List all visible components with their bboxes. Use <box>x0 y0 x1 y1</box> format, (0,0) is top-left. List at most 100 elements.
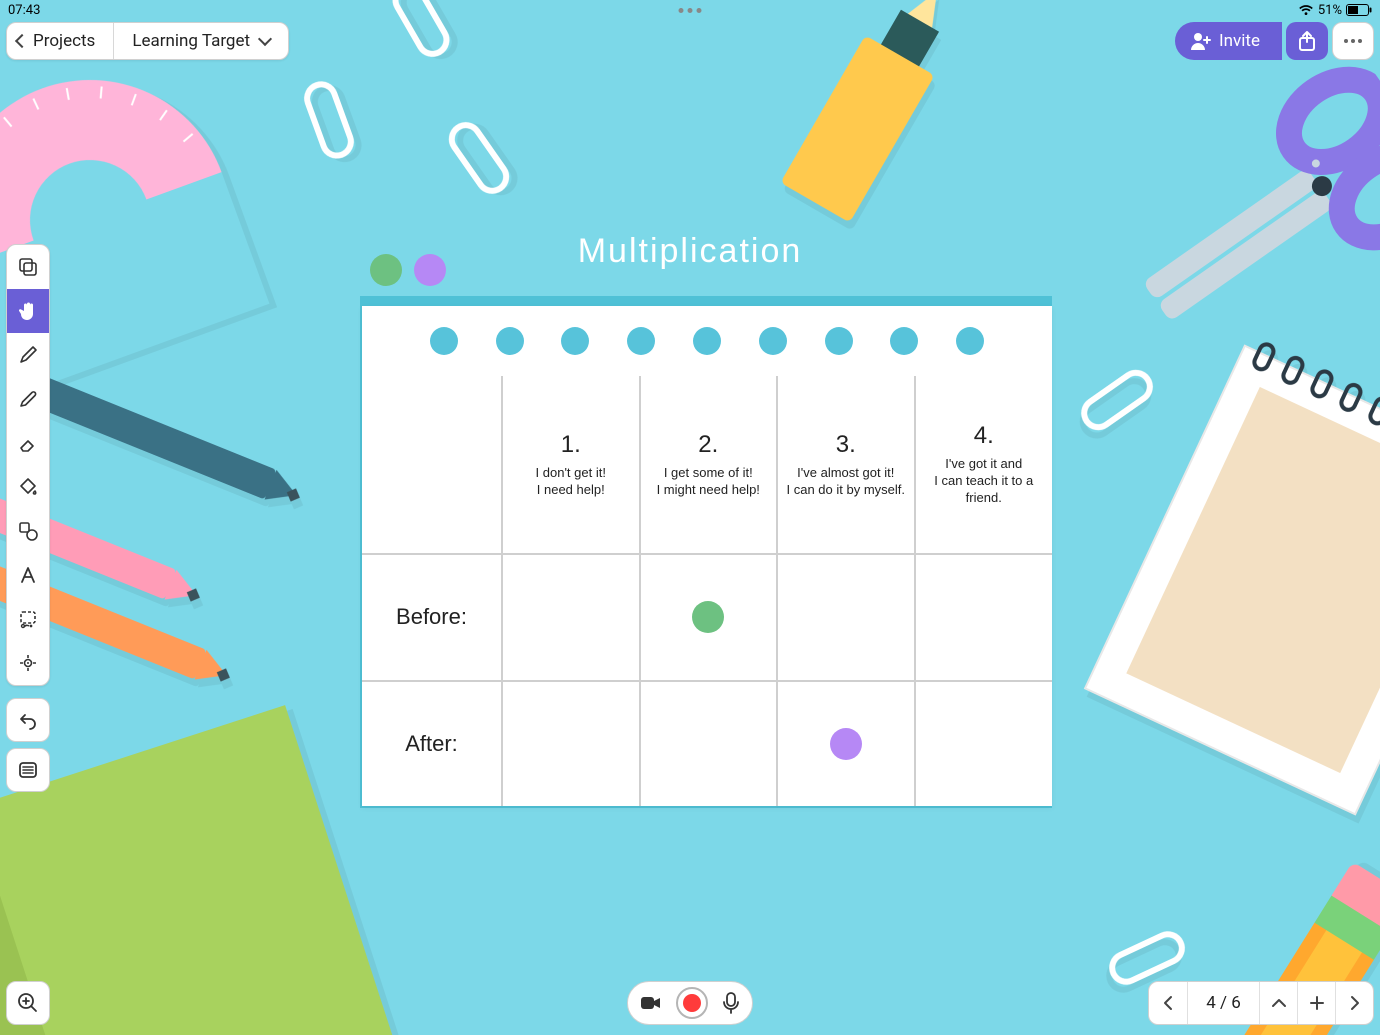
shapes-icon <box>17 520 39 542</box>
worksheet-title[interactable]: Multiplication <box>578 232 803 271</box>
pen-icon <box>17 344 39 366</box>
header-col-1: 1. I don't get it! I need help! <box>502 376 640 554</box>
row-after-label: After: <box>405 731 458 757</box>
pages-panel-button[interactable] <box>6 748 50 792</box>
paperclip-graphic <box>299 77 358 164</box>
col-number: 3. <box>836 431 856 459</box>
laser-icon <box>17 652 39 674</box>
paperclip-graphic <box>1074 363 1159 437</box>
highlighter-graphic <box>780 0 979 223</box>
worksheet-grid: 1. I don't get it! I need help! 2. I get… <box>362 376 1052 806</box>
header-col-3: 3. I've almost got it! I can do it by my… <box>777 376 915 554</box>
status-bar: 07:43 51% <box>0 0 1380 20</box>
after-cell-4[interactable] <box>915 681 1053 806</box>
after-marker[interactable] <box>830 728 862 760</box>
chevron-left-icon <box>1163 995 1173 1011</box>
eraser-icon <box>17 432 39 454</box>
worksheet-card[interactable]: 1. I don't get it! I need help! 2. I get… <box>362 306 1052 806</box>
battery-icon <box>1346 4 1372 16</box>
page-indicator: 4 / 6 <box>1187 982 1259 1024</box>
col-line1: I've almost got it! <box>797 465 894 482</box>
share-icon <box>1296 30 1318 52</box>
row-before-label: Before: <box>396 604 467 630</box>
copy-icon <box>17 256 39 278</box>
col-line2: I might need help! <box>657 482 760 499</box>
col-line1: I don't get it! <box>536 465 606 482</box>
mic-icon[interactable] <box>722 992 740 1014</box>
left-toolbar <box>6 244 50 686</box>
prev-page-button[interactable] <box>1149 982 1187 1024</box>
before-cell-2[interactable] <box>640 554 778 680</box>
pencil-graphic <box>23 372 276 499</box>
more-menu-button[interactable] <box>1332 22 1374 60</box>
zoom-in-icon <box>16 991 40 1015</box>
next-page-button[interactable] <box>1335 982 1373 1024</box>
chevron-left-icon <box>15 34 29 48</box>
share-button[interactable] <box>1286 22 1328 60</box>
dot-icon <box>1358 39 1362 43</box>
lasso-tool[interactable] <box>7 597 49 641</box>
battery-percent: 51% <box>1318 3 1342 18</box>
col-number: 1. <box>561 431 581 459</box>
invite-button[interactable]: Invite <box>1175 22 1282 60</box>
back-label: Projects <box>33 31 95 51</box>
scissors-graphic <box>1056 16 1380 424</box>
header-col-2: 2. I get some of it! I might need help! <box>640 376 778 554</box>
copy-tool[interactable] <box>7 245 49 289</box>
status-right: 51% <box>1298 3 1372 18</box>
text-icon <box>17 564 39 586</box>
paperclip-graphic <box>442 115 516 200</box>
col-number: 4. <box>974 422 994 450</box>
notebook-graphic <box>0 705 396 1035</box>
fill-icon <box>17 476 39 498</box>
before-cell-1[interactable] <box>502 554 640 680</box>
col-line1: I get some of it! <box>664 465 753 482</box>
laser-tool[interactable] <box>7 641 49 685</box>
after-legend-marker[interactable] <box>414 254 446 286</box>
before-cell-4[interactable] <box>915 554 1053 680</box>
zoom-button[interactable] <box>6 981 50 1025</box>
col-line2: I need help! <box>537 482 605 499</box>
multitask-dots <box>679 8 702 13</box>
undo-icon <box>17 709 39 731</box>
page-thumbnails-button[interactable] <box>1259 982 1297 1024</box>
record-button[interactable] <box>676 987 708 1019</box>
chevron-up-icon <box>1271 998 1287 1008</box>
pencil-tool[interactable] <box>7 377 49 421</box>
video-icon[interactable] <box>640 995 662 1011</box>
punch-holes <box>362 306 1052 376</box>
shapes-tool[interactable] <box>7 509 49 553</box>
after-cell-1[interactable] <box>502 681 640 806</box>
add-page-button[interactable] <box>1297 982 1335 1024</box>
chevron-right-icon <box>1350 995 1360 1011</box>
spiral-notebook-graphic <box>1084 344 1380 815</box>
top-right-group: Invite <box>1175 22 1374 60</box>
chevron-down-icon <box>258 32 272 46</box>
header-col-4: 4. I've got it and I can teach it to a f… <box>915 376 1053 554</box>
row-before-label-cell: Before: <box>362 554 502 680</box>
col-line1: I've got it and <box>945 456 1022 473</box>
eraser-tool[interactable] <box>7 421 49 465</box>
project-title-dropdown[interactable]: Learning Target <box>114 23 288 59</box>
record-dot-icon <box>683 994 701 1012</box>
pager: 4 / 6 <box>1148 981 1374 1025</box>
col-line2: I can teach it to a friend. <box>922 473 1047 507</box>
dot-icon <box>1351 39 1355 43</box>
back-to-projects-button[interactable]: Projects <box>7 23 114 59</box>
undo-button[interactable] <box>6 698 50 742</box>
pen-tool[interactable] <box>7 333 49 377</box>
hand-icon <box>16 299 40 323</box>
before-legend-marker[interactable] <box>370 254 402 286</box>
hand-tool[interactable] <box>7 289 49 333</box>
add-user-icon <box>1191 32 1211 50</box>
before-cell-3[interactable] <box>777 554 915 680</box>
fill-tool[interactable] <box>7 465 49 509</box>
before-marker[interactable] <box>692 601 724 633</box>
wifi-icon <box>1298 4 1314 16</box>
project-title: Learning Target <box>132 31 250 51</box>
col-number: 2. <box>698 431 718 459</box>
after-cell-2[interactable] <box>640 681 778 806</box>
pencil-icon <box>17 388 39 410</box>
text-tool[interactable] <box>7 553 49 597</box>
after-cell-3[interactable] <box>777 681 915 806</box>
